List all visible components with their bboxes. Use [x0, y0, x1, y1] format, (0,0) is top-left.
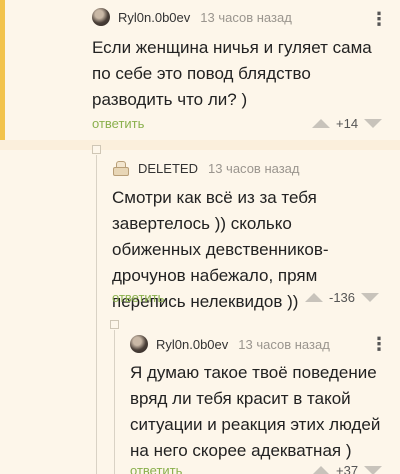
rating-control: +14 — [312, 116, 383, 131]
timestamp[interactable]: 13 часов назад — [200, 10, 292, 25]
username[interactable]: Ryl0n.0b0ev — [156, 337, 228, 352]
more-vertical-icon[interactable]: ⋮ — [370, 10, 388, 28]
username[interactable]: Ryl0n.0b0ev — [118, 10, 190, 25]
username: DELETED — [138, 160, 198, 176]
thread-separator — [0, 140, 400, 150]
comment-score: -136 — [329, 290, 356, 305]
arrow-down-icon[interactable] — [364, 466, 383, 474]
rating-control: +37 — [312, 463, 383, 474]
comment-header: Ryl0n.0b0ev 13 часов назад — [130, 335, 330, 353]
reply-link[interactable]: ответить — [130, 463, 182, 474]
timestamp[interactable]: 13 часов назад — [238, 337, 330, 352]
avatar[interactable] — [130, 335, 148, 353]
comment: Ryl0n.0b0ev 13 часов назад ⋮ Я думаю так… — [0, 325, 400, 474]
comment-score: +37 — [336, 463, 359, 474]
comment-header: Ryl0n.0b0ev 13 часов назад — [92, 8, 292, 26]
timestamp[interactable]: 13 часов назад — [208, 161, 300, 176]
deleted-avatar-icon — [112, 160, 130, 176]
arrow-down-icon[interactable] — [364, 119, 383, 128]
reply-link[interactable]: ответить — [112, 290, 164, 305]
comment-text: Если женщина ничья и гуляет сама по себе… — [92, 38, 372, 109]
arrow-up-icon[interactable] — [305, 293, 323, 302]
arrow-down-icon[interactable] — [361, 293, 380, 302]
comment: Ryl0n.0b0ev 13 часов назад ⋮ Если женщин… — [0, 0, 400, 140]
arrow-up-icon[interactable] — [312, 466, 330, 474]
avatar[interactable] — [92, 8, 110, 26]
more-vertical-icon[interactable]: ⋮ — [370, 335, 388, 353]
reply-link[interactable]: ответить — [92, 116, 144, 131]
comment-header: DELETED 13 часов назад — [112, 160, 299, 176]
rating-control: -136 — [305, 290, 380, 305]
arrow-up-icon[interactable] — [312, 119, 330, 128]
comment: DELETED 13 часов назад Смотри как всё из… — [0, 150, 400, 320]
comment-text: Я думаю такое твоё поведение вряд ли теб… — [130, 363, 381, 460]
comment-score: +14 — [336, 116, 359, 131]
